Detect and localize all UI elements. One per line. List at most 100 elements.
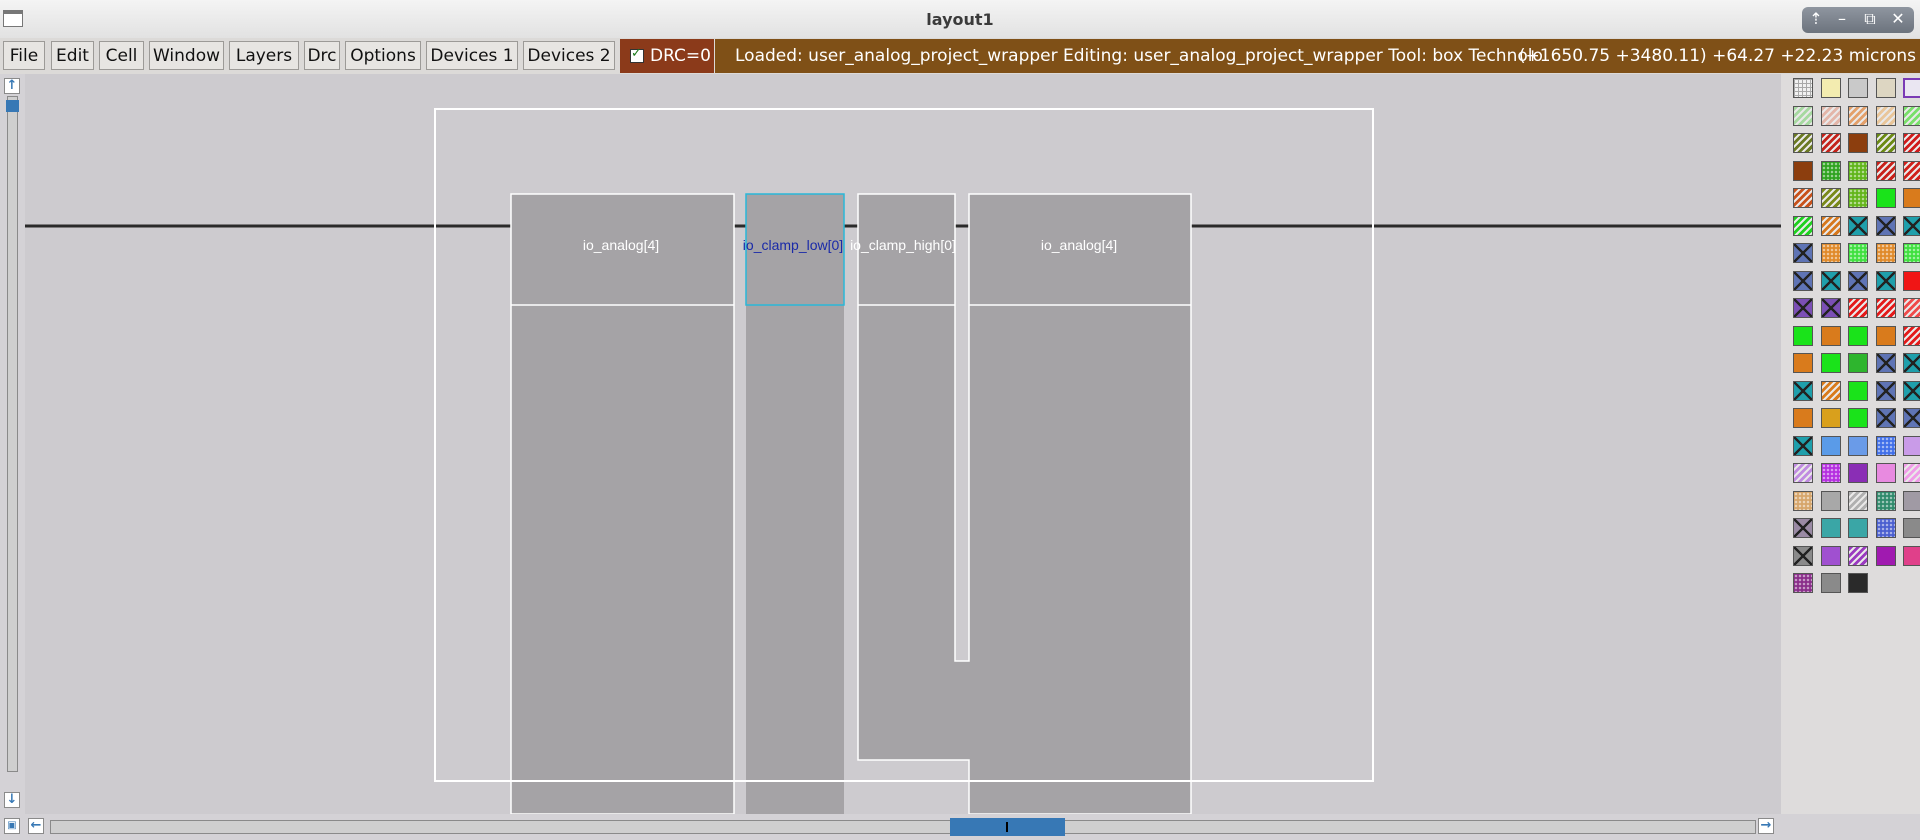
drc-checkbox[interactable] <box>630 46 644 63</box>
layer-swatch-dots-green[interactable] <box>1820 160 1841 181</box>
layer-swatch-solid-orange5[interactable] <box>1793 408 1813 428</box>
vertical-scroll-thumb[interactable] <box>6 100 19 112</box>
layer-swatch-dots-blue2[interactable] <box>1875 518 1896 538</box>
layer-swatch-hatch-red4[interactable] <box>1903 160 1920 181</box>
layer-swatch-cross-blue[interactable] <box>1875 215 1896 236</box>
horizontal-scroll-track[interactable] <box>50 820 1756 834</box>
layer-swatch-solid-blue2[interactable] <box>1848 435 1868 456</box>
layer-swatch-hatch-gray[interactable] <box>1848 490 1868 511</box>
layer-swatch-hatch-olive2[interactable] <box>1875 133 1896 153</box>
close-window-icon[interactable]: ✕ <box>1888 9 1908 28</box>
layer-swatch-cross-teal8[interactable] <box>1793 435 1813 456</box>
label-io-clamp-high[interactable]: io_clamp_high[0] <box>850 237 956 253</box>
layer-swatch-cross-blue4[interactable] <box>1848 270 1868 291</box>
pad-io-clamp-low[interactable] <box>746 194 844 814</box>
layer-swatch-solid-green7[interactable] <box>1848 408 1868 428</box>
layer-swatch-solid-lavender[interactable] <box>1903 435 1920 456</box>
layer-swatch-cross-purple2[interactable] <box>1820 298 1841 318</box>
layer-swatch-solid-green3[interactable] <box>1848 325 1868 346</box>
layer-swatch-solid-brown[interactable] <box>1793 160 1813 181</box>
scroll-down-arrow-icon[interactable]: ↓ <box>4 792 20 808</box>
layer-swatch-solid-green6[interactable] <box>1848 380 1868 401</box>
layer-swatch-solid-orange2[interactable] <box>1820 325 1841 346</box>
layer-swatch-dots-orange2[interactable] <box>1875 243 1896 263</box>
layer-swatch-dots-tan[interactable] <box>1793 490 1813 511</box>
layer-swatch-dots-green3[interactable] <box>1848 188 1868 208</box>
label-io-analog-right[interactable]: io_analog[4] <box>1041 237 1117 253</box>
layer-swatch-hatch-red7[interactable] <box>1903 298 1920 318</box>
layer-swatch-solid-pink[interactable] <box>1875 463 1896 483</box>
layer-swatch-cross-blue7[interactable] <box>1875 408 1896 428</box>
layer-swatch-solid-gray[interactable] <box>1848 78 1868 98</box>
layer-swatch-cross-teal7[interactable] <box>1903 380 1920 401</box>
layer-swatch-dots-orange[interactable] <box>1820 243 1841 263</box>
layer-swatch-cross-blue3[interactable] <box>1793 270 1813 291</box>
layer-swatch-cross-teal3[interactable] <box>1820 270 1841 291</box>
layer-swatch-solid-orange[interactable] <box>1903 188 1920 208</box>
layer-swatch-solid-brown[interactable] <box>1848 133 1868 153</box>
layer-swatch-hatch-green-bright[interactable] <box>1903 105 1920 126</box>
layer-swatch-cross-teal6[interactable] <box>1793 380 1813 401</box>
pad-io-analog-left[interactable] <box>510 193 735 814</box>
layer-swatch-hatch-orange4[interactable] <box>1820 380 1841 401</box>
layer-swatch-solid-orange6[interactable] <box>1820 408 1841 428</box>
menu-window[interactable]: Window <box>149 41 224 70</box>
layer-swatch-hatch-tan[interactable] <box>1875 105 1896 126</box>
zoom-box-icon[interactable]: ▣ <box>4 818 20 834</box>
scroll-right-arrow-icon[interactable]: → <box>1758 818 1774 834</box>
layer-swatch-hatch-olive3[interactable] <box>1820 188 1841 208</box>
layer-swatch-outline-purple[interactable] <box>1903 78 1920 98</box>
layer-swatch-solid-blue[interactable] <box>1820 435 1841 456</box>
label-io-clamp-low[interactable]: io_clamp_low[0] <box>743 237 843 253</box>
layer-swatch-solid-orange3[interactable] <box>1875 325 1896 346</box>
layer-swatch-solid-beige[interactable] <box>1875 78 1896 98</box>
maximize-window-icon[interactable]: ⧉ <box>1860 9 1880 29</box>
pad-io-clamp-high-and-analog[interactable] <box>857 193 1192 814</box>
layer-swatch-solid-green5[interactable] <box>1848 353 1868 373</box>
layer-swatch-hatch-red6[interactable] <box>1875 298 1896 318</box>
layer-swatch-dots-blue[interactable] <box>1875 435 1896 456</box>
drc-toggle[interactable]: DRC=0 <box>620 39 714 73</box>
layer-swatch-cross-gray2[interactable] <box>1793 545 1813 566</box>
layer-swatch-solid-black[interactable] <box>1848 573 1868 593</box>
layer-swatch-hatch-lavender[interactable] <box>1793 463 1813 483</box>
layer-swatch-hatch-pink[interactable] <box>1820 105 1841 126</box>
layer-swatch-solid-purple[interactable] <box>1848 463 1868 483</box>
layout-canvas[interactable]: io_analog[4] io_clamp_low[0] io_clamp_hi… <box>25 74 1781 814</box>
layer-swatch-hatch-red2[interactable] <box>1903 133 1920 153</box>
vertical-scrollbar[interactable]: ↑ ↓ <box>0 74 25 808</box>
menu-edit[interactable]: Edit <box>51 41 94 70</box>
layer-swatch-solid-yellow-light[interactable] <box>1820 78 1841 98</box>
layer-swatch-solid-red[interactable] <box>1903 270 1920 291</box>
layer-swatch-hatch-olive[interactable] <box>1793 133 1813 153</box>
menu-options[interactable]: Options <box>345 41 421 70</box>
layer-swatch-dots-green5[interactable] <box>1903 243 1920 263</box>
menu-drc[interactable]: Drc <box>304 41 340 70</box>
layer-swatch-cross-gray[interactable] <box>1793 518 1813 538</box>
layer-swatch-dots-green2[interactable] <box>1848 160 1868 181</box>
layer-swatch-solid-green2[interactable] <box>1793 325 1813 346</box>
layer-swatch-cross-blue8[interactable] <box>1903 408 1920 428</box>
layer-swatch-solid-gray5[interactable] <box>1820 573 1841 593</box>
layer-swatch-cross-blue5[interactable] <box>1875 353 1896 373</box>
layer-swatch-hatch-green[interactable] <box>1793 105 1813 126</box>
layer-swatch-hatch-red[interactable] <box>1820 133 1841 153</box>
layer-swatch-hatch-orange3[interactable] <box>1820 215 1841 236</box>
layer-swatch-hatch-pink2[interactable] <box>1903 463 1920 483</box>
menu-layers[interactable]: Layers <box>229 41 299 70</box>
layer-swatch-hatch-red3[interactable] <box>1875 160 1896 181</box>
menu-devices-2[interactable]: Devices 2 <box>523 41 615 70</box>
layer-swatch-solid-teal[interactable] <box>1820 518 1841 538</box>
menu-cell[interactable]: Cell <box>99 41 144 70</box>
horizontal-scroll-thumb[interactable] <box>950 818 1065 836</box>
layer-swatch-hatch-orange[interactable] <box>1848 105 1868 126</box>
scroll-up-arrow-icon[interactable]: ↑ <box>4 78 20 94</box>
layer-swatch-cross-teal[interactable] <box>1848 215 1868 236</box>
layer-swatch-solid-orange4[interactable] <box>1793 353 1813 373</box>
layer-swatch-dots-magenta[interactable] <box>1820 463 1841 483</box>
layer-swatch-dots-teal[interactable] <box>1875 490 1896 511</box>
vertical-scroll-track[interactable] <box>7 96 18 772</box>
layer-swatch-solid-green4[interactable] <box>1820 353 1841 373</box>
layer-swatch-solid-gray3[interactable] <box>1903 490 1920 511</box>
shade-window-icon[interactable]: ⇡ <box>1806 9 1826 28</box>
